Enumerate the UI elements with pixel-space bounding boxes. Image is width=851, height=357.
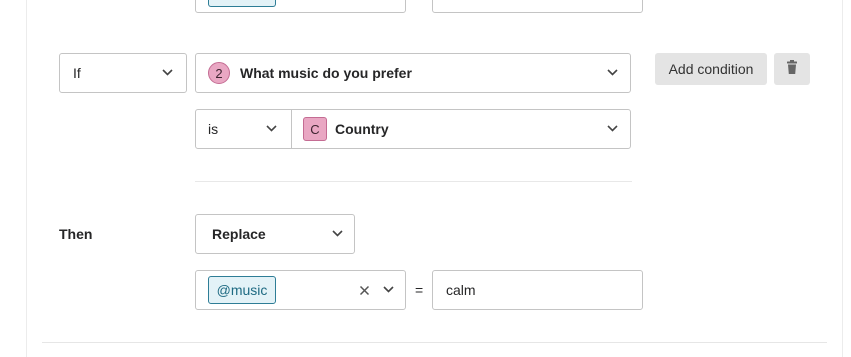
- chevron-down-icon[interactable]: [383, 285, 394, 294]
- equals-sign: =: [415, 282, 424, 298]
- section-divider: [195, 181, 632, 182]
- question-label: What music do you prefer: [240, 65, 412, 81]
- previous-variable-tag: [208, 0, 276, 7]
- condition-operator-select[interactable]: If: [59, 53, 187, 93]
- chevron-down-icon: [162, 68, 173, 77]
- previous-value-input[interactable]: [432, 0, 643, 13]
- action-type-select[interactable]: Replace: [195, 214, 355, 254]
- panel-left-border: [26, 0, 27, 357]
- condition-operator-label: If: [73, 65, 81, 81]
- previous-variable-select[interactable]: [195, 0, 406, 13]
- question-number-badge: 2: [208, 62, 230, 84]
- bottom-divider: [42, 342, 827, 343]
- replacement-value-input[interactable]: calm: [432, 270, 643, 310]
- chevron-down-icon: [332, 229, 343, 238]
- panel-right-border: [842, 0, 843, 357]
- chevron-down-icon: [266, 124, 277, 133]
- choice-label: Country: [335, 121, 389, 137]
- then-label: Then: [59, 226, 93, 242]
- question-select[interactable]: 2 What music do you prefer: [195, 53, 631, 93]
- variable-tag: @music: [208, 276, 276, 304]
- close-icon[interactable]: [359, 283, 370, 301]
- trash-icon: [785, 60, 799, 78]
- choice-letter-badge: C: [303, 117, 327, 141]
- comparison-group: is C Country: [195, 109, 631, 149]
- choice-select[interactable]: C Country: [292, 110, 630, 148]
- comparator-select[interactable]: is: [196, 110, 292, 148]
- comparator-label: is: [208, 121, 219, 137]
- variable-select[interactable]: @music: [195, 270, 406, 310]
- add-condition-button[interactable]: Add condition: [655, 53, 767, 85]
- chevron-down-icon: [607, 68, 618, 77]
- replacement-value-text: calm: [446, 282, 476, 298]
- delete-condition-button[interactable]: [774, 53, 810, 85]
- chevron-down-icon: [607, 124, 618, 133]
- action-type-label: Replace: [212, 226, 266, 242]
